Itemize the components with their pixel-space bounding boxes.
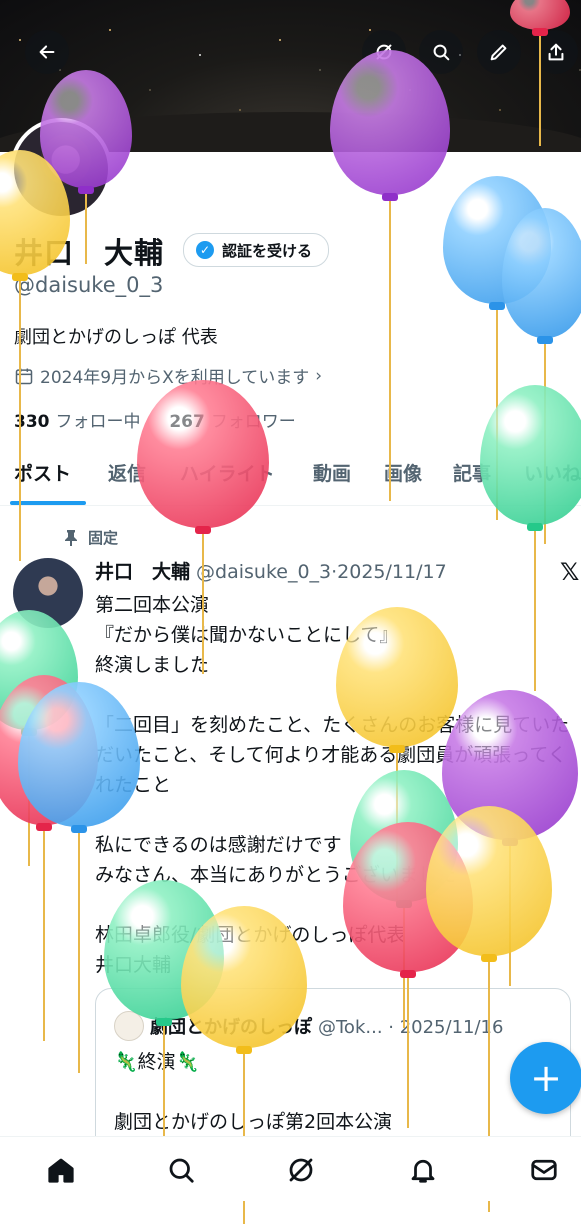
edit-button[interactable] xyxy=(477,30,521,74)
share-icon xyxy=(548,43,564,61)
share-button[interactable] xyxy=(534,30,578,74)
calendar-icon xyxy=(15,368,33,384)
get-verified-label: 認証を受ける xyxy=(222,241,313,260)
quoted-avatar xyxy=(114,1011,144,1041)
active-tab-indicator xyxy=(10,501,86,505)
pin-icon xyxy=(65,529,77,546)
notifications-icon xyxy=(411,1159,435,1183)
nav-home[interactable] xyxy=(44,1153,78,1187)
messages-icon xyxy=(531,1159,557,1181)
pinned-label: 固定 xyxy=(64,527,118,548)
arrow-left-icon xyxy=(39,45,55,59)
tab-posts[interactable]: ポスト xyxy=(14,459,71,486)
tab-videos[interactable]: 動画 xyxy=(313,459,351,486)
post-header: 井口 大輔 @daisuke_0_3·2025/11/17 xyxy=(95,557,447,584)
get-verified-button[interactable]: ✓ 認証を受ける xyxy=(183,233,330,267)
tab-images[interactable]: 画像 xyxy=(384,459,422,486)
quoted-text: 🦎終演🦎 劇団とかげのしっぽ第2回本公演 xyxy=(114,1051,393,1133)
profile-name: 井口 大輔 xyxy=(14,236,165,270)
profile-bio: 劇団とかげのしっぽ 代表 xyxy=(14,327,218,348)
home-icon xyxy=(48,1158,74,1183)
following-link[interactable]: 330 フォロー中 xyxy=(14,412,141,432)
tab-articles[interactable]: 記事 xyxy=(453,459,491,486)
post-author-meta: @daisuke_0_3·2025/11/17 xyxy=(196,561,447,583)
post-author-name[interactable]: 井口 大輔 xyxy=(95,561,190,583)
green-balloon xyxy=(0,610,78,866)
nav-messages[interactable] xyxy=(527,1153,561,1187)
search-icon xyxy=(169,1158,194,1183)
compose-post-button[interactable]: + xyxy=(510,1042,581,1114)
tab-replies[interactable]: 返信 xyxy=(108,459,146,486)
nav-notifications[interactable] xyxy=(406,1153,440,1187)
quoted-header: 劇団とかげのしっぽ @Tok... · 2025/11/16 xyxy=(150,1017,504,1038)
grok-icon xyxy=(289,1158,313,1182)
x-logo-icon: 𝕏 xyxy=(560,558,580,586)
followers-link[interactable]: 267 フォロワー xyxy=(169,412,296,432)
tab-highlights[interactable]: ハイライト xyxy=(180,459,275,486)
post-text: 第二回本公演 『だから僕は聞かないことにして』 終演しました 「二回目」を刻めた… xyxy=(95,594,570,976)
back-button[interactable] xyxy=(25,30,69,74)
follow-stats: 330 フォロー中 267 フォロワー xyxy=(14,407,296,432)
chevron-right-icon: › xyxy=(315,365,323,386)
red-balloon xyxy=(0,675,98,1041)
verified-badge-icon: ✓ xyxy=(196,241,214,259)
nav-grok[interactable] xyxy=(284,1153,318,1187)
nav-search[interactable] xyxy=(164,1153,198,1187)
profile-tabs: ポスト 返信 ハイライト 動画 画像 記事 いいね xyxy=(0,455,581,506)
tab-likes[interactable]: いいね xyxy=(524,459,581,486)
profile-avatar[interactable] xyxy=(10,118,112,220)
search-button[interactable] xyxy=(419,30,463,74)
bottom-nav xyxy=(0,1136,581,1201)
post-author-avatar[interactable] xyxy=(13,558,83,628)
grok-button[interactable] xyxy=(362,30,406,74)
search-icon xyxy=(433,44,450,61)
edit-icon xyxy=(490,44,507,61)
profile-handle: @daisuke_0_3 xyxy=(14,273,164,297)
joined-text: 2024年9月からXを利用しています xyxy=(40,368,310,388)
joined-date[interactable]: 2024年9月からXを利用しています › xyxy=(14,363,322,388)
grok-icon xyxy=(376,44,392,60)
